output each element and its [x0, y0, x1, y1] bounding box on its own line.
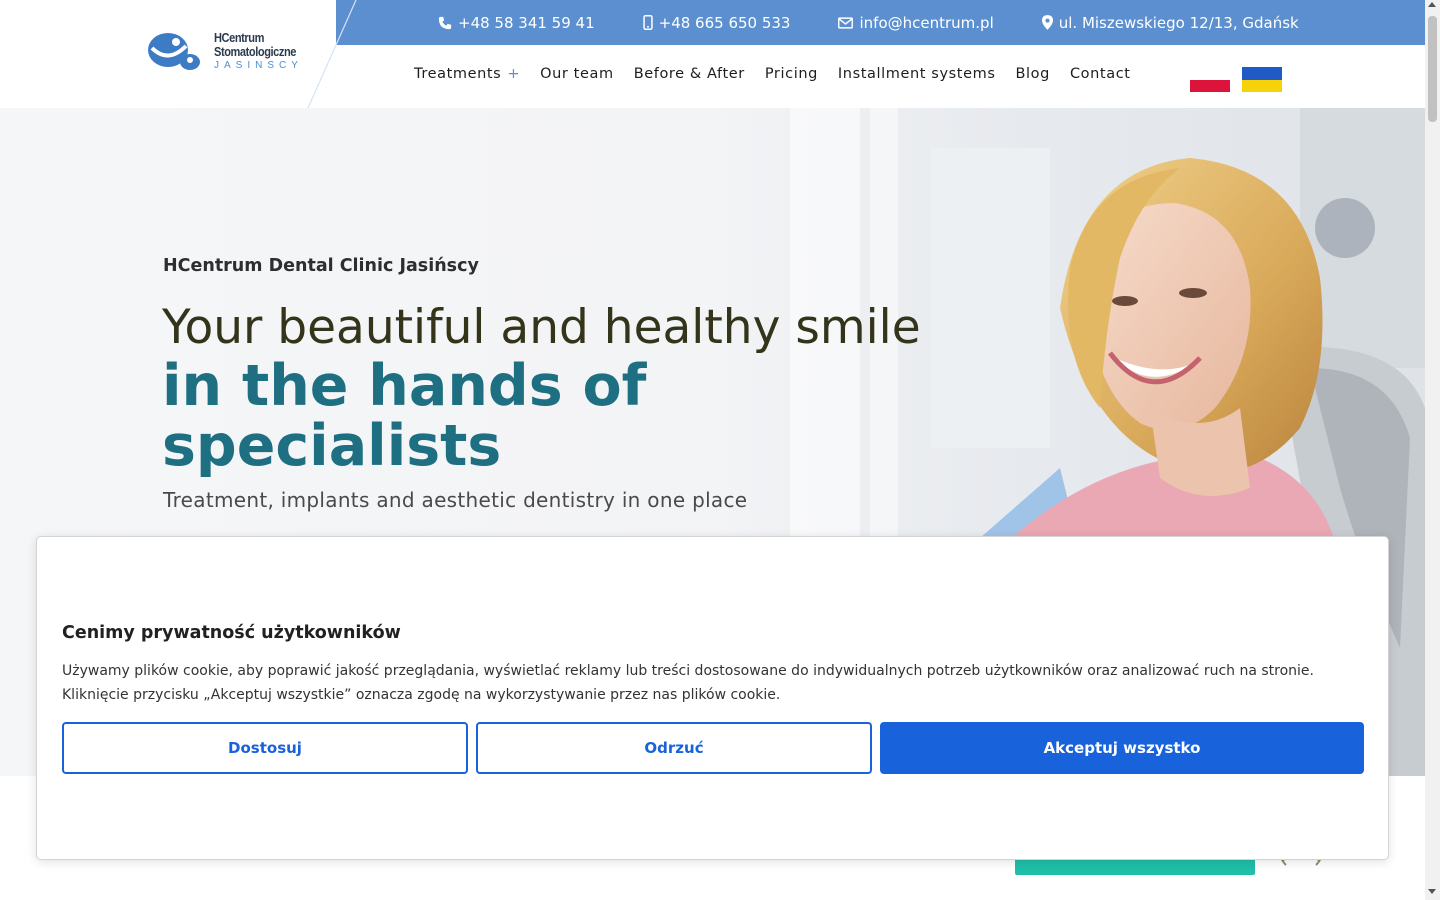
email-text: info@hcentrum.pl	[859, 13, 994, 32]
logo-line3: JASINSCY	[214, 60, 303, 71]
mobile-phone-icon	[642, 15, 653, 30]
cookie-consent-dialog: Cenimy prywatność użytkowników Używamy p…	[36, 536, 1389, 860]
mobile-link[interactable]: +48 665 650 533	[642, 13, 791, 32]
hero-tagline: Treatment, implants and aesthetic dentis…	[163, 488, 748, 512]
nav-item-treatments[interactable]: Treatments +	[414, 66, 520, 82]
mobile-text: +48 665 650 533	[658, 13, 791, 32]
scroll-up-arrow-icon[interactable]	[1428, 2, 1436, 7]
expand-plus-icon: +	[507, 66, 521, 82]
address-text: ul. Miszewskiego 12/13, Gdańsk	[1058, 13, 1299, 32]
polish-flag-icon[interactable]	[1190, 67, 1230, 92]
logo-line2: Stomatologiczne	[214, 44, 297, 59]
nav-item-pricing[interactable]: Pricing	[765, 66, 818, 82]
customize-button[interactable]: Dostosuj	[62, 722, 468, 774]
phone-text: +48 58 341 59 41	[458, 13, 595, 32]
envelope-icon	[838, 16, 854, 29]
scrollbar-thumb[interactable]	[1428, 16, 1437, 122]
cookie-title: Cenimy prywatność użytkowników	[62, 623, 401, 643]
tooth-smile-logo-icon	[148, 33, 200, 70]
nav-item-installment-systems[interactable]: Installment systems	[838, 66, 996, 82]
nav-item-our-team[interactable]: Our team	[540, 66, 614, 82]
phone-icon	[438, 16, 452, 29]
main-nav: Treatments + Our team Before & After Pric…	[414, 66, 1131, 82]
page-scrollbar[interactable]	[1425, 0, 1440, 900]
cookie-description: Używamy plików cookie, aby poprawić jako…	[62, 663, 1314, 703]
logo-line1: HCentrum	[214, 30, 265, 45]
accept-all-button[interactable]: Akceptuj wszystko	[880, 722, 1364, 774]
hero-subtitle: HCentrum Dental Clinic Jasińscy	[163, 256, 479, 276]
nav-item-before-after[interactable]: Before & After	[634, 66, 745, 82]
hero-headline-line1: Your beautiful and healthy smile	[162, 300, 921, 355]
phone-link[interactable]: +48 58 341 59 41	[438, 14, 595, 32]
hero-headline-line2: in the hands of specialists	[162, 353, 647, 479]
scroll-down-arrow-icon[interactable]	[1428, 889, 1436, 894]
nav-item-blog[interactable]: Blog	[1015, 66, 1049, 82]
language-switcher	[1190, 64, 1282, 92]
ukrainian-flag-icon[interactable]	[1242, 67, 1282, 92]
email-link[interactable]: info@hcentrum.pl	[838, 13, 994, 32]
map-pin-icon	[1041, 15, 1053, 30]
reject-button[interactable]: Odrzuć	[476, 722, 872, 774]
contact-list: +48 58 341 59 41 +48 665 650 533 info@hc…	[438, 0, 1347, 45]
nav-item-contact[interactable]: Contact	[1070, 66, 1131, 82]
logo-text: HCentrum Stomatologiczne JASINSCY	[214, 31, 311, 73]
site-logo[interactable]: HCentrum Stomatologiczne JASINSCY	[146, 30, 311, 74]
address-link[interactable]: ul. Miszewskiego 12/13, Gdańsk	[1041, 13, 1299, 32]
